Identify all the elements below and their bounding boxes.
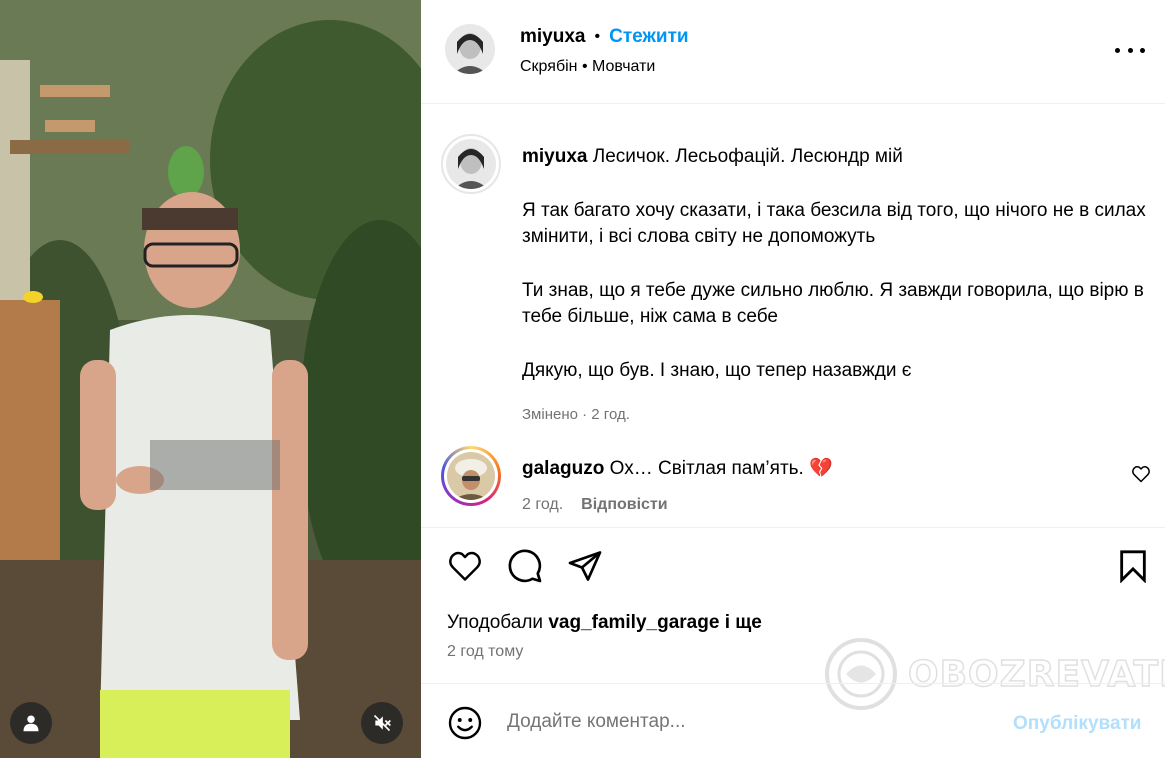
bookmark-icon[interactable] — [1113, 546, 1153, 586]
comment-input[interactable] — [507, 711, 987, 733]
avatar-image — [447, 452, 495, 500]
commenter-username[interactable]: galaguzo — [522, 458, 604, 479]
caption-paragraph-4: Дякую, що був. І знаю, що тепер назавжди… — [522, 360, 912, 381]
comment-meta: 2 год. Відповісти — [522, 496, 668, 514]
separator-dot: • — [577, 58, 592, 75]
story-ring[interactable] — [441, 446, 501, 506]
emoji-icon[interactable] — [447, 705, 483, 741]
divider — [421, 527, 1165, 528]
user-icon — [23, 715, 39, 732]
caption-meta: Змінено · 2 год. — [522, 406, 630, 423]
post-timestamp[interactable]: 2 год тому — [447, 643, 523, 661]
author-line: miyuxa • Стежити — [520, 26, 689, 48]
comment-time: 2 год. — [522, 496, 564, 513]
caption-avatar — [446, 139, 496, 189]
post-media[interactable] — [0, 0, 421, 758]
post-photo — [0, 0, 421, 758]
like-icon[interactable] — [445, 546, 485, 586]
caption-avatar-ring[interactable] — [441, 134, 501, 194]
author-avatar[interactable] — [445, 24, 495, 74]
author-username[interactable]: miyuxa — [520, 26, 585, 48]
comment-like-icon[interactable] — [1131, 464, 1151, 489]
caption-text: miyuxa Лесичок. Лесьофацій. Лесюндр мій … — [522, 144, 1152, 428]
separator-dot: • — [594, 28, 601, 45]
commenter-avatar — [447, 452, 495, 500]
action-bar — [421, 546, 1165, 590]
avatar-image — [446, 139, 496, 189]
caption-paragraph-3: Ти знав, що я тебе дуже сильно люблю. Я … — [522, 280, 1144, 327]
tagged-users-button[interactable] — [10, 702, 52, 744]
publish-button[interactable]: Опублікувати — [1013, 713, 1142, 735]
likes-prefix: Уподобали — [447, 612, 544, 633]
comment-icon[interactable] — [505, 546, 545, 586]
mute-button[interactable] — [361, 702, 403, 744]
likes-summary: Уподобали vag_family_garage і ще — [447, 612, 762, 634]
comment-text: Ох… Світлая пам’ять. 💔 — [609, 458, 833, 479]
caption-line-1: Лесичок. Лесьофацій. Лесюндр мій — [592, 146, 903, 167]
follow-button[interactable]: Стежити — [609, 26, 688, 48]
comment-text-line: galaguzo Ох… Світлая пам’ять. 💔 — [522, 456, 833, 480]
audio-title: Мовчати — [592, 58, 656, 75]
more-options-icon[interactable] — [1115, 40, 1145, 60]
post-details-panel: miyuxa • Стежити Скрябін • Мовчати miyux… — [421, 0, 1165, 758]
post-header: miyuxa • Стежити Скрябін • Мовчати — [421, 0, 1165, 104]
share-icon[interactable] — [565, 546, 605, 586]
add-comment-bar: Опублікувати — [421, 683, 1165, 758]
comment-item: galaguzo Ох… Світлая пам’ять. 💔 2 год. В… — [441, 446, 1161, 516]
likes-user[interactable]: vag_family_garage — [548, 612, 719, 633]
reply-button[interactable]: Відповісти — [581, 496, 667, 514]
speaker-muted-icon — [373, 714, 391, 732]
audio-artist: Скрябін — [520, 58, 578, 75]
avatar-image — [445, 24, 495, 74]
audio-info[interactable]: Скрябін • Мовчати — [520, 58, 655, 76]
caption-paragraph-2: Я так багато хочу сказати, і така безсил… — [522, 200, 1146, 247]
likes-suffix[interactable]: і ще — [725, 612, 762, 633]
caption-username[interactable]: miyuxa — [522, 146, 587, 167]
